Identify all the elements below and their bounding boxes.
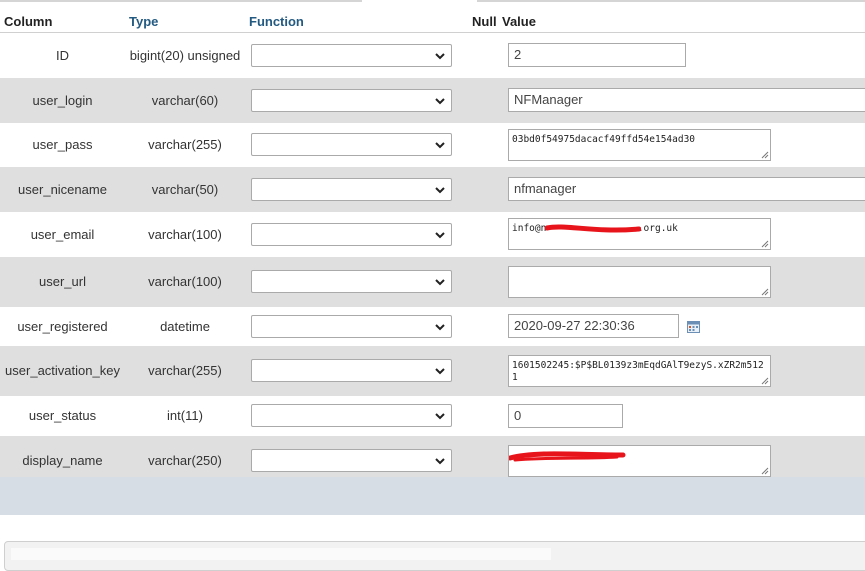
table-row: user_pass varchar(255) 03bd0f54975dacacf… bbox=[0, 122, 865, 167]
value-textarea-user-activation-key[interactable]: 1601502245:$P$BL0139z3mEqdGAlT9ezyS.xZR2… bbox=[508, 354, 771, 387]
function-select[interactable] bbox=[251, 43, 452, 67]
resize-grip-icon[interactable] bbox=[760, 287, 769, 296]
column-name: user_login bbox=[0, 77, 125, 123]
null-cell bbox=[468, 345, 498, 396]
bottom-fieldset bbox=[4, 541, 865, 571]
function-select[interactable] bbox=[251, 177, 452, 201]
table-row: user_nicename varchar(50) nfmanager bbox=[0, 166, 865, 212]
table-row: user_login varchar(60) NFManager bbox=[0, 77, 865, 123]
null-cell bbox=[468, 256, 498, 307]
chevron-down-icon bbox=[435, 458, 445, 465]
column-name: user_pass bbox=[0, 122, 125, 167]
value-input-user-login[interactable]: NFManager bbox=[508, 88, 865, 112]
value-textarea-user-email[interactable]: info@n .org.uk bbox=[508, 218, 771, 250]
column-type: varchar(255) bbox=[125, 122, 245, 167]
chevron-down-icon bbox=[435, 231, 445, 238]
column-name: user_url bbox=[0, 256, 125, 307]
column-name: user_status bbox=[0, 395, 125, 436]
table-row: user_url varchar(100) bbox=[0, 256, 865, 307]
value-textarea-display-name[interactable] bbox=[508, 444, 771, 477]
resize-grip-icon[interactable] bbox=[760, 239, 769, 248]
column-type: bigint(20) unsigned bbox=[125, 32, 245, 78]
table-row: user_email varchar(100) info@n .org.uk bbox=[0, 211, 865, 257]
chevron-down-icon bbox=[435, 186, 445, 193]
column-name: user_registered bbox=[0, 306, 125, 346]
value-textarea-user-url[interactable] bbox=[508, 265, 771, 298]
textarea-text: 03bd0f54975dacacf49ffd54e154ad30 bbox=[512, 133, 696, 145]
null-cell bbox=[468, 395, 498, 436]
chevron-down-icon bbox=[435, 279, 445, 286]
column-type: datetime bbox=[125, 306, 245, 346]
table-header-row: Column Type Function Null Value bbox=[0, 11, 865, 33]
insert-edit-table: Column Type Function Null Value ID bigin… bbox=[0, 11, 865, 486]
top-tab-left bbox=[0, 0, 362, 2]
value-input-user-registered[interactable]: 2020-09-27 22:30:36 bbox=[508, 314, 679, 338]
function-select[interactable] bbox=[251, 270, 452, 293]
chevron-down-icon bbox=[435, 368, 445, 375]
function-select[interactable] bbox=[251, 449, 452, 472]
chevron-down-icon bbox=[435, 142, 445, 149]
table-row: user_registered datetime 2020-09-27 22:3… bbox=[0, 306, 865, 346]
chevron-down-icon bbox=[435, 97, 445, 104]
function-select[interactable] bbox=[251, 133, 452, 156]
function-select[interactable] bbox=[251, 359, 452, 382]
column-name: user_activation_key bbox=[0, 345, 125, 396]
chevron-down-icon bbox=[435, 53, 445, 60]
column-type: varchar(50) bbox=[125, 166, 245, 212]
textarea-text: 1601502245:$P$BL0139z3mEqdGAlT9ezyS.xZR2… bbox=[512, 359, 764, 383]
value-textarea-user-pass[interactable]: 03bd0f54975dacacf49ffd54e154ad30 bbox=[508, 128, 771, 161]
null-cell bbox=[468, 166, 498, 212]
null-cell bbox=[468, 32, 498, 78]
column-name: ID bbox=[0, 32, 125, 78]
column-name: user_email bbox=[0, 211, 125, 257]
bottom-fieldset-inner bbox=[11, 548, 551, 560]
redaction-mark bbox=[509, 450, 626, 461]
null-header: Null bbox=[468, 11, 498, 33]
column-type: varchar(100) bbox=[125, 211, 245, 257]
column-type: varchar(60) bbox=[125, 77, 245, 123]
redaction-mark bbox=[545, 224, 641, 233]
column-name: user_nicename bbox=[0, 166, 125, 212]
chevron-down-icon bbox=[435, 413, 445, 420]
resize-grip-icon[interactable] bbox=[760, 376, 769, 385]
function-select[interactable] bbox=[251, 88, 452, 112]
resize-grip-icon[interactable] bbox=[760, 150, 769, 159]
null-cell bbox=[468, 77, 498, 123]
top-tab-right bbox=[477, 0, 865, 2]
value-header: Value bbox=[498, 11, 865, 33]
type-header[interactable]: Type bbox=[125, 11, 245, 33]
table-row: user_status int(11) 0 bbox=[0, 395, 865, 436]
null-cell bbox=[468, 122, 498, 167]
column-header: Column bbox=[0, 11, 125, 33]
function-select[interactable] bbox=[251, 314, 452, 338]
function-select[interactable] bbox=[251, 404, 452, 427]
calendar-icon[interactable] bbox=[687, 320, 700, 333]
column-type: int(11) bbox=[125, 395, 245, 436]
function-select[interactable] bbox=[251, 222, 452, 246]
null-cell bbox=[468, 211, 498, 257]
column-type: varchar(255) bbox=[125, 345, 245, 396]
table-row: ID bigint(20) unsigned 2 bbox=[0, 32, 865, 78]
top-tab-strip bbox=[0, 0, 865, 3]
null-cell bbox=[468, 306, 498, 346]
value-input-id[interactable]: 2 bbox=[508, 43, 686, 68]
table-row: user_activation_key varchar(255) 1601502… bbox=[0, 345, 865, 396]
value-input-user-nicename[interactable]: nfmanager bbox=[508, 177, 865, 201]
table-footer-band bbox=[0, 477, 865, 515]
column-type: varchar(100) bbox=[125, 256, 245, 307]
chevron-down-icon bbox=[435, 323, 445, 330]
value-input-user-status[interactable]: 0 bbox=[508, 403, 623, 428]
resize-grip-icon[interactable] bbox=[760, 466, 769, 475]
function-header[interactable]: Function bbox=[245, 11, 468, 33]
